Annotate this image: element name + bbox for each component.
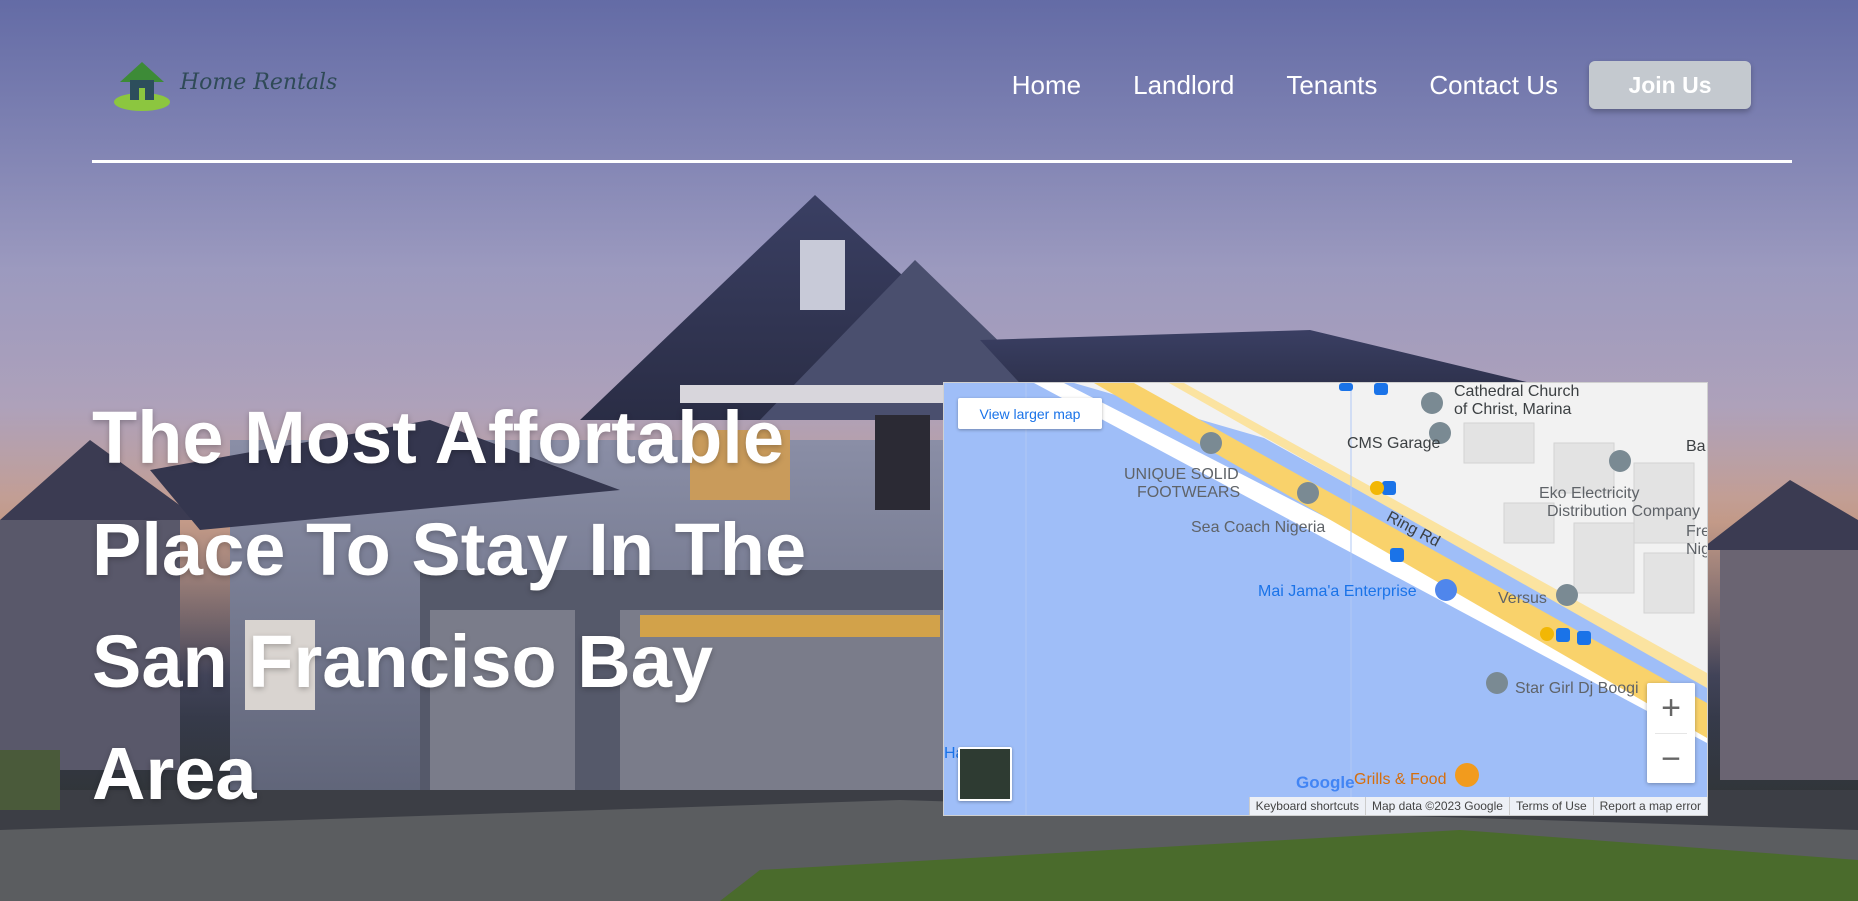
map-label[interactable]: CMS Garage — [1347, 435, 1440, 453]
google-logo: Google — [1296, 773, 1355, 793]
map-label[interactable]: Mai Jama'a Enterprise — [1258, 583, 1417, 601]
map-label[interactable]: UNIQUE SOLID — [1124, 466, 1239, 484]
zoom-out-button[interactable]: − — [1647, 734, 1695, 784]
map-label[interactable]: Distribution Company — [1547, 503, 1700, 521]
header-divider — [92, 160, 1792, 163]
map-label[interactable]: Cathedral Church — [1454, 383, 1579, 401]
map-label[interactable]: of Christ, Marina — [1454, 401, 1571, 419]
map-label[interactable]: Sea Coach Nigeria — [1191, 519, 1325, 537]
nav-landlord[interactable]: Landlord — [1133, 70, 1234, 101]
map-label[interactable]: Nig — [1686, 541, 1707, 559]
headline-line: The Most Affortable — [92, 396, 785, 479]
hero-headline: The Most Affortable Place To Stay In The… — [92, 382, 852, 830]
satellite-toggle[interactable] — [958, 747, 1012, 801]
map-data-text: Map data ©2023 Google — [1365, 797, 1509, 815]
report-map-error-link[interactable]: Report a map error — [1592, 797, 1707, 815]
headline-line: Place To Stay In The — [92, 508, 807, 591]
keyboard-shortcuts-link[interactable]: Keyboard shortcuts — [1248, 797, 1365, 815]
nav-home[interactable]: Home — [1012, 70, 1081, 101]
headline-line: Area — [92, 732, 257, 815]
logo-text[interactable]: Home Rentals — [180, 70, 337, 95]
nav-tenants[interactable]: Tenants — [1286, 70, 1377, 101]
map-label[interactable]: Ba — [1686, 438, 1706, 456]
map-label[interactable]: Free — [1686, 523, 1707, 541]
terms-of-use-link[interactable]: Terms of Use — [1508, 797, 1593, 815]
map-label[interactable]: Star Girl Dj Boogi — [1515, 680, 1639, 698]
map-label[interactable]: Grills & Food — [1354, 771, 1446, 789]
nav-contact-us[interactable]: Contact Us — [1429, 70, 1558, 101]
embedded-map[interactable]: View larger map Cathedral Church of Chri… — [943, 382, 1708, 816]
view-larger-map-link[interactable]: View larger map — [958, 398, 1102, 429]
map-label[interactable]: FOOTWEARS — [1137, 484, 1240, 502]
map-attribution: Keyboard shortcuts Map data ©2023 Google… — [1248, 797, 1707, 815]
map-label[interactable]: Eko Electricity — [1539, 485, 1639, 503]
google-logo-text: Google — [1296, 773, 1355, 792]
zoom-controls: + − — [1647, 683, 1695, 783]
main-nav: Home Landlord Tenants Contact Us — [1012, 70, 1558, 101]
join-us-button[interactable]: Join Us — [1589, 61, 1751, 109]
map-label[interactable]: Versus — [1498, 590, 1547, 608]
headline-line: San Franciso Bay — [92, 620, 714, 703]
home-rentals-logo[interactable] — [112, 58, 172, 114]
zoom-in-button[interactable]: + — [1647, 683, 1695, 733]
